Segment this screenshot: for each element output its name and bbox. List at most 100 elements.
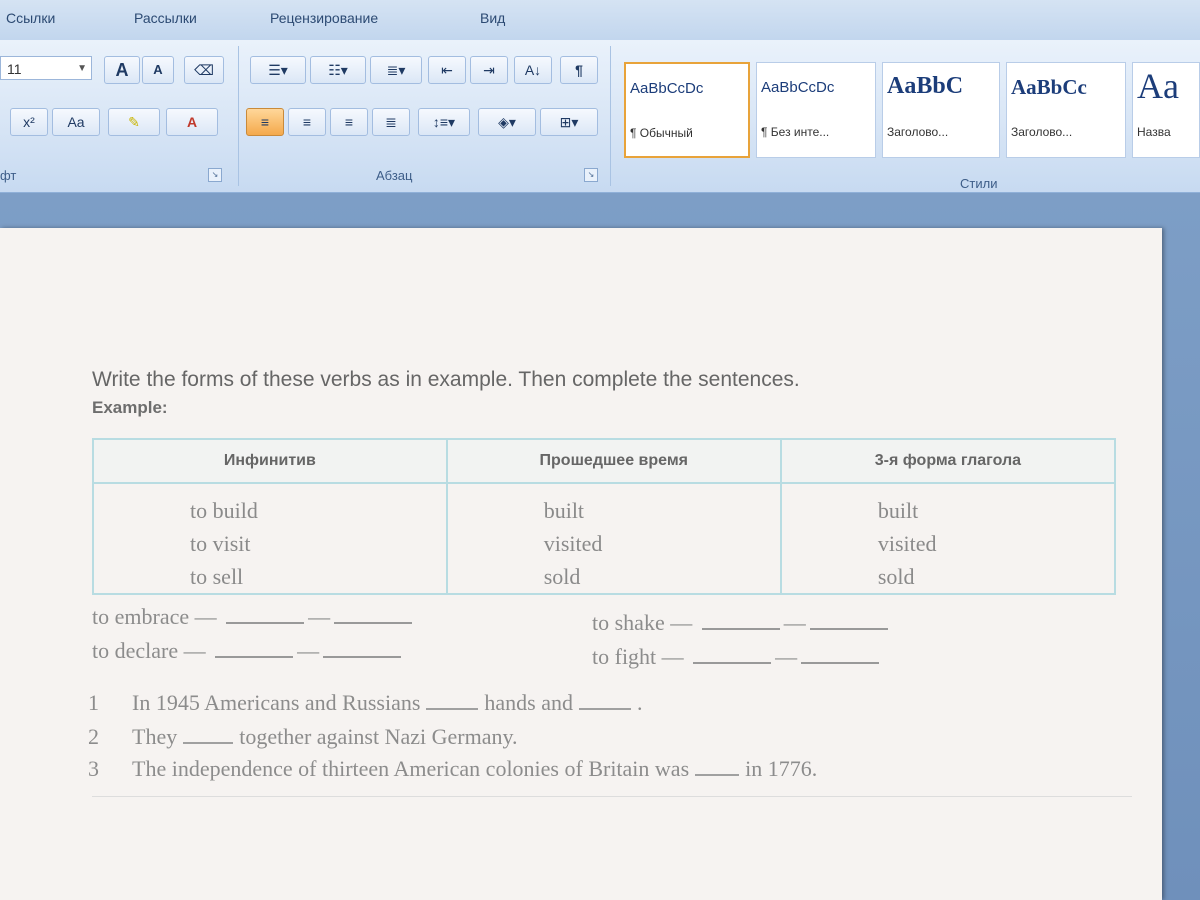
answer-blank[interactable] <box>695 760 740 776</box>
increase-indent-button[interactable]: ⇥ <box>470 56 508 84</box>
participle-item: built <box>877 498 919 523</box>
answer-blank[interactable] <box>426 694 479 710</box>
paragraph-group-label: Абзац <box>376 168 413 183</box>
infinitive-item: to build <box>190 498 258 523</box>
sentence-number: 2 <box>88 724 99 749</box>
numbering-button[interactable]: ☷▾ <box>310 56 366 84</box>
infinitive-item: to sell <box>190 564 244 589</box>
align-left-icon: ≡ <box>260 114 270 130</box>
dash: — <box>297 638 320 663</box>
ribbon-tabs: Ссылки Рассылки Рецензирование Вид <box>0 0 1200 40</box>
change-case-icon: Aa <box>67 114 85 130</box>
style-normal[interactable]: AaBbCcDc ¶ Обычный <box>624 62 750 158</box>
eraser-icon: ⌫ <box>194 62 214 78</box>
answer-blank[interactable] <box>226 608 305 624</box>
bullets-icon: ☰▾ <box>268 62 288 78</box>
participle-item: visited <box>877 531 937 556</box>
answer-blank[interactable] <box>323 642 402 658</box>
superscript-icon: x² <box>23 114 35 130</box>
increase-indent-icon: ⇥ <box>483 62 495 78</box>
tab-mailings[interactable]: Рассылки <box>134 10 197 26</box>
style-preview: AaBbCc <box>1011 75 1087 99</box>
table-header: 3-я форма глагола <box>779 438 1117 484</box>
style-heading-1[interactable]: AaBbC Заголово... <box>882 62 1000 158</box>
exercise-item: to fight — — <box>592 644 883 670</box>
answer-blank[interactable] <box>215 642 294 658</box>
style-name: ¶ Без инте... <box>761 125 830 139</box>
sort-icon: A↓ <box>524 62 542 78</box>
document-page[interactable]: Write the forms of these verbs as in exa… <box>0 228 1162 900</box>
style-name: Назва <box>1137 125 1171 139</box>
exercise-verb: to shake — <box>592 610 693 635</box>
dash: — <box>775 644 798 669</box>
style-preview: AaBbCcDc <box>761 79 835 96</box>
style-no-spacing[interactable]: AaBbCcDc ¶ Без инте... <box>756 62 876 158</box>
align-right-button[interactable]: ≡ <box>330 108 368 136</box>
tab-view[interactable]: Вид <box>480 10 505 26</box>
past-tense-item: sold <box>543 564 581 589</box>
font-group-label: фт <box>0 168 17 183</box>
style-name: Заголово... <box>887 125 949 139</box>
grow-font-icon: A <box>115 60 129 80</box>
answer-blank[interactable] <box>809 614 888 630</box>
multilevel-list-button[interactable]: ≣▾ <box>370 56 422 84</box>
answer-blank[interactable] <box>701 614 780 630</box>
align-left-button[interactable]: ≡ <box>246 108 284 136</box>
answer-blank[interactable] <box>579 694 631 710</box>
paragraph-dialog-launcher[interactable]: ↘ <box>584 168 598 182</box>
font-size-combo[interactable]: 11 ▼ <box>0 56 92 80</box>
exercise-item: to shake — — <box>592 610 892 636</box>
group-divider <box>238 46 239 186</box>
decrease-indent-icon: ⇤ <box>441 62 453 78</box>
sentence-text: in 1776. <box>745 756 818 781</box>
past-tense-item: visited <box>543 531 603 556</box>
justify-button[interactable]: ≣ <box>372 108 410 136</box>
font-dialog-launcher[interactable]: ↘ <box>208 168 222 182</box>
align-center-button[interactable]: ≡ <box>288 108 326 136</box>
bullets-button[interactable]: ☰▾ <box>250 56 306 84</box>
font-size-value: 11 <box>7 61 22 77</box>
borders-button[interactable]: ⊞▾ <box>540 108 598 136</box>
style-heading-2[interactable]: AaBbCc Заголово... <box>1006 62 1126 158</box>
clear-format-button[interactable]: ⌫ <box>184 56 224 84</box>
answer-blank[interactable] <box>183 728 234 744</box>
table-cell: to build to visit to sell <box>92 483 448 594</box>
sentence-text: hands and <box>484 690 573 715</box>
exercise-verb: to fight — <box>592 644 684 669</box>
sentence-text: The independence of thirteen American co… <box>132 756 690 781</box>
highlighter-icon: ✎ <box>128 114 140 130</box>
justify-icon: ≣ <box>385 114 397 130</box>
answer-blank[interactable] <box>693 648 772 664</box>
style-title[interactable]: Aa Назва <box>1132 62 1200 158</box>
tab-review[interactable]: Рецензирование <box>270 10 378 26</box>
sentence-text: together against Nazi Germany. <box>239 724 518 749</box>
change-case-button[interactable]: Aa <box>52 108 100 136</box>
exercise-item: to embrace — — <box>92 604 416 630</box>
highlight-button[interactable]: ✎ <box>108 108 160 136</box>
participle-item: sold <box>877 564 915 589</box>
font-color-icon: A <box>186 114 198 130</box>
answer-blank[interactable] <box>801 648 880 664</box>
line-spacing-button[interactable]: ↕≡▾ <box>418 108 470 136</box>
shrink-font-button[interactable]: A <box>142 56 174 84</box>
font-color-button[interactable]: A <box>166 108 218 136</box>
style-preview: AaBbCcDc <box>630 80 704 97</box>
align-center-icon: ≡ <box>302 114 312 130</box>
shading-button[interactable]: ◈▾ <box>478 108 536 136</box>
answer-blank[interactable] <box>334 608 413 624</box>
exercise-item: to declare — — <box>92 638 405 664</box>
superscript-button[interactable]: x² <box>10 108 48 136</box>
dash: — <box>308 604 331 629</box>
grow-font-button[interactable]: A <box>104 56 140 84</box>
show-marks-button[interactable]: ¶ <box>560 56 598 84</box>
style-name: ¶ Обычный <box>630 126 693 140</box>
example-label: Example: <box>92 398 168 417</box>
sentence-item: 3 The independence of thirteen American c… <box>88 756 817 782</box>
tab-references[interactable]: Ссылки <box>6 10 55 26</box>
sort-button[interactable]: A↓ <box>514 56 552 84</box>
numbering-icon: ☷▾ <box>328 62 348 78</box>
exercise-verb: to embrace — <box>92 604 217 629</box>
past-tense-item: built <box>543 498 585 523</box>
decrease-indent-button[interactable]: ⇤ <box>428 56 466 84</box>
align-right-icon: ≡ <box>344 114 354 130</box>
